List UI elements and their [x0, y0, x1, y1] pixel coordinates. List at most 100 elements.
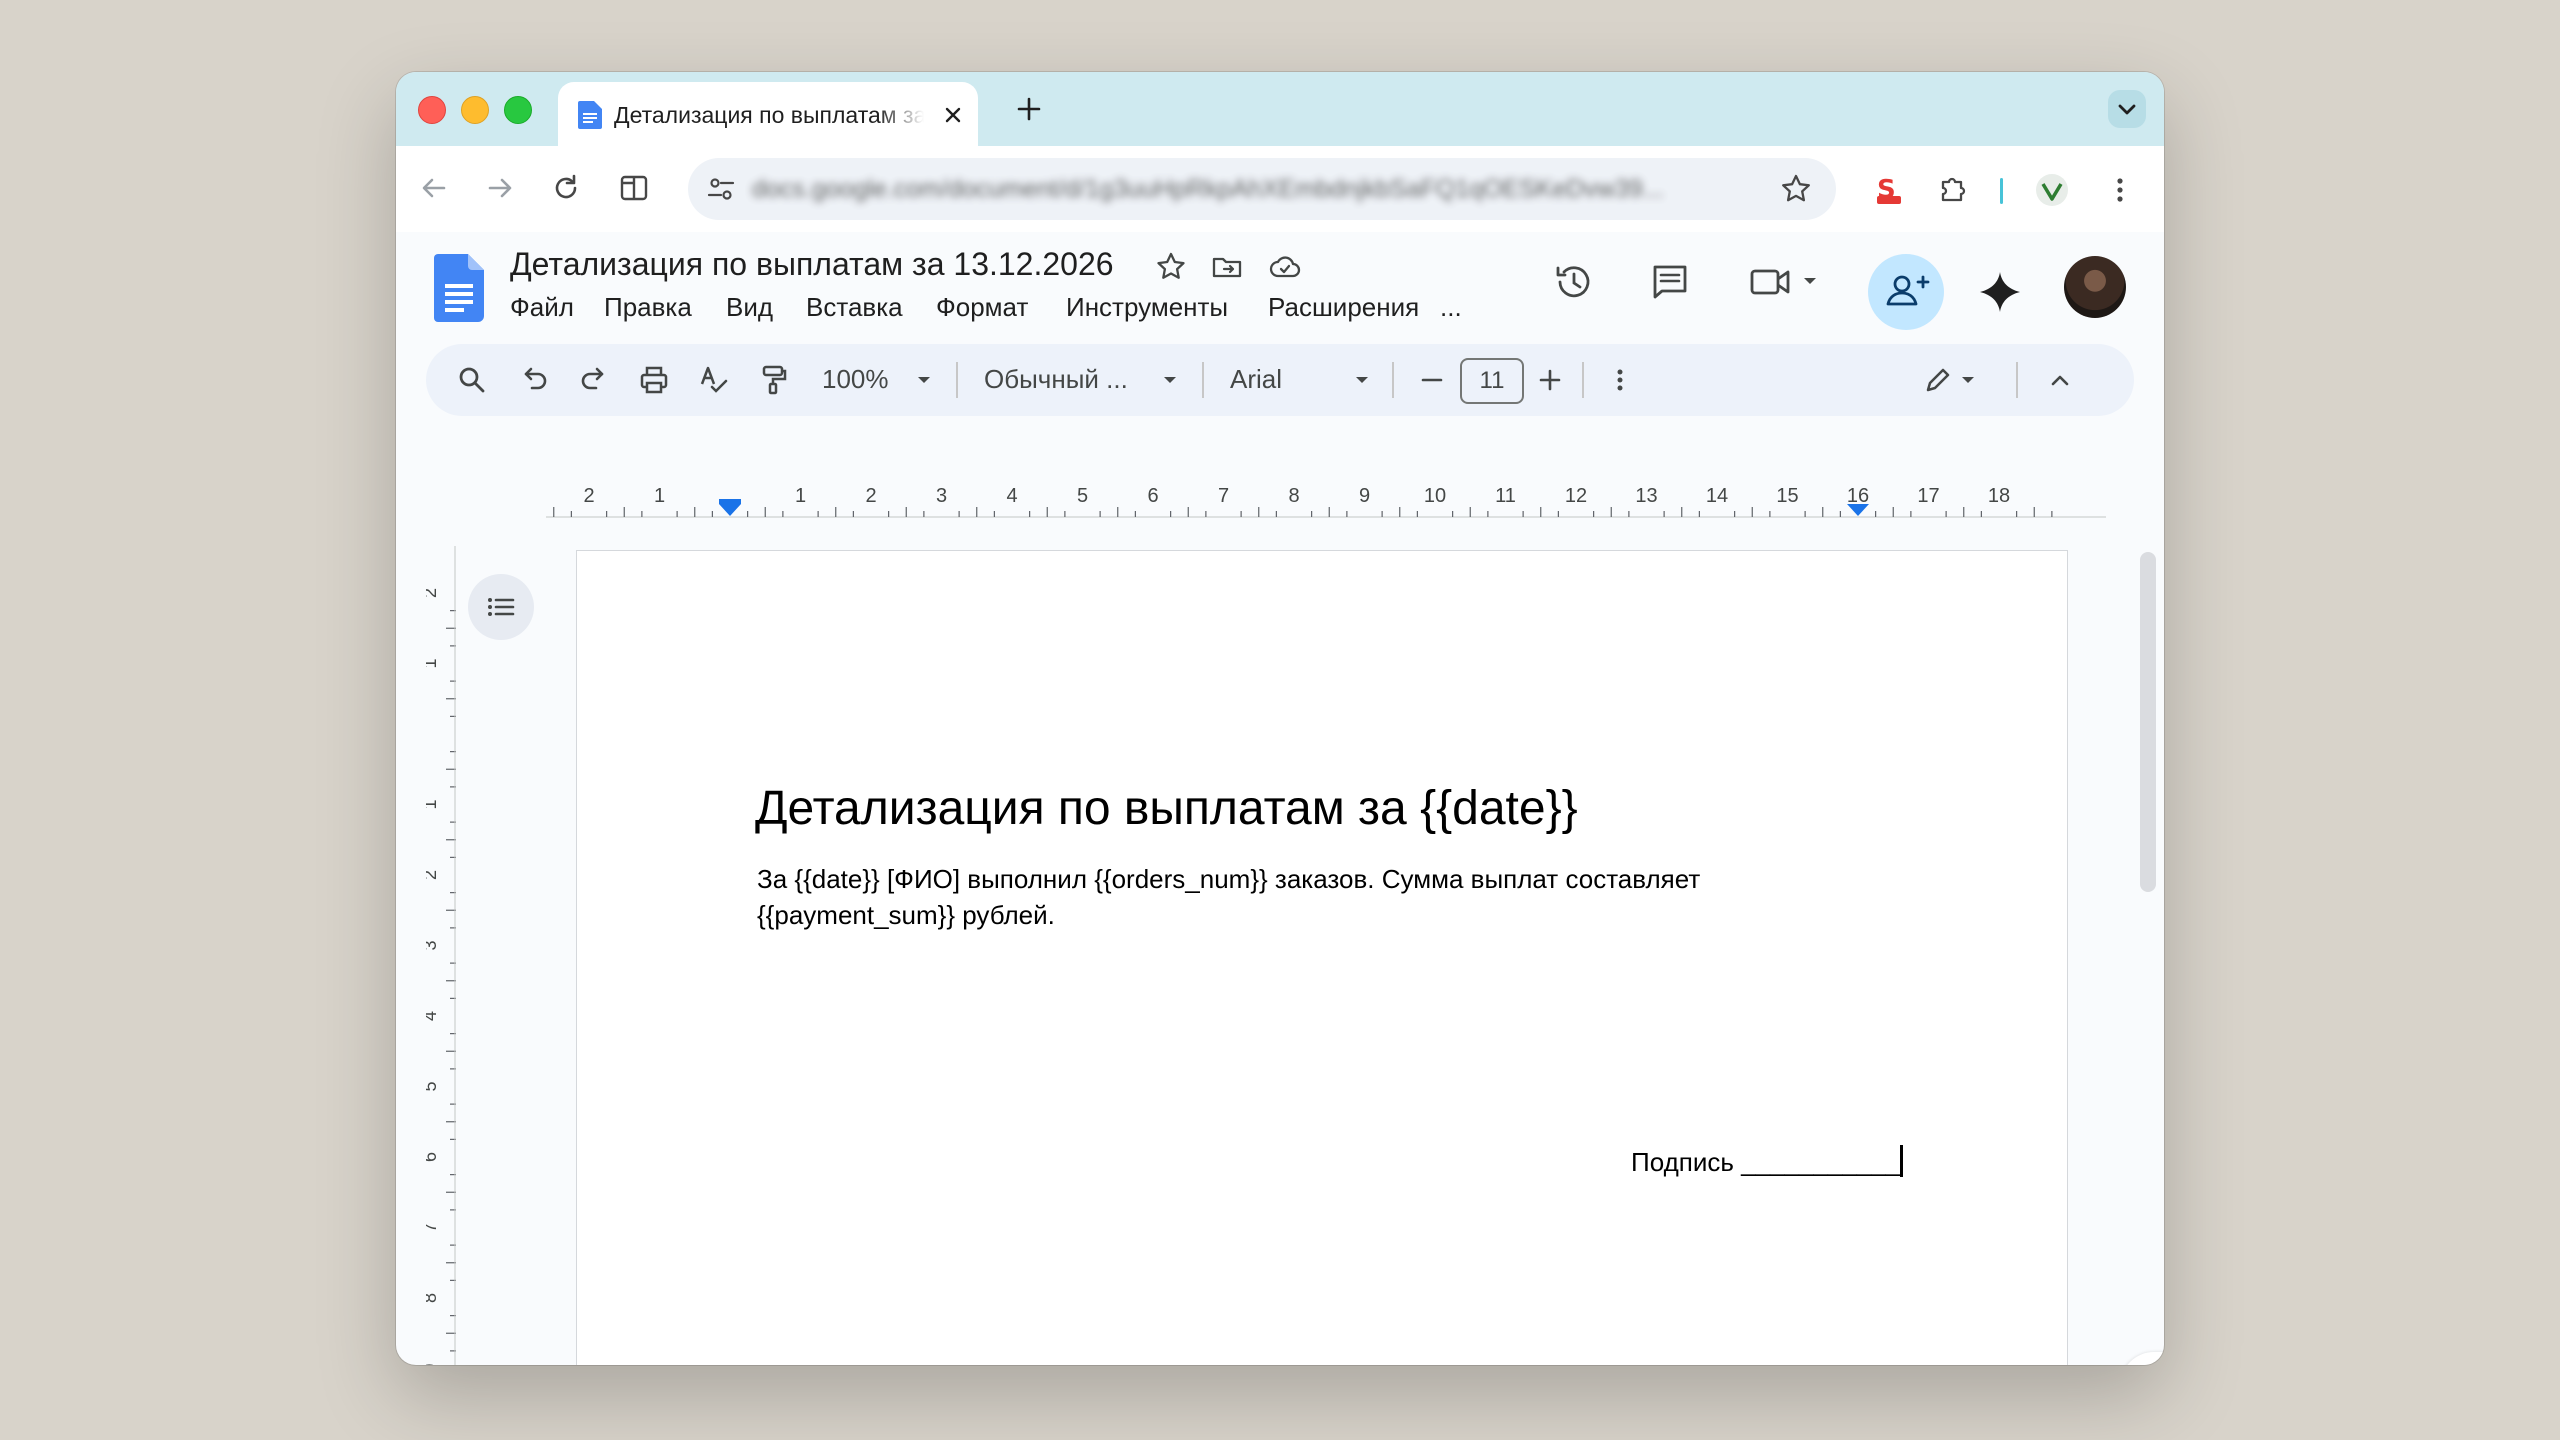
undo-icon[interactable] — [518, 364, 550, 396]
seo-extension-icon[interactable]: S — [1871, 172, 1907, 208]
ruler-label: 2 — [583, 485, 594, 507]
add-person-icon — [1886, 275, 1930, 306]
toolbar-separator — [1582, 362, 1584, 398]
right-indent-marker[interactable] — [1847, 504, 1869, 516]
profile-extension-icon[interactable] — [2034, 172, 2070, 208]
menu-format[interactable]: Формат — [936, 292, 1028, 323]
ruler-label: 8 — [1288, 485, 1299, 507]
menu-view[interactable]: Вид — [726, 292, 773, 323]
menu-edit[interactable]: Правка — [604, 292, 692, 323]
ruler-label: 4 — [426, 1011, 440, 1021]
tab-title: Детализация по выплатам за 13.12.2026 — [614, 102, 924, 128]
maximize-window-button[interactable] — [504, 96, 532, 124]
editing-mode-icon[interactable] — [1922, 364, 1982, 396]
ruler-label: 4 — [1006, 485, 1017, 507]
split-view-icon[interactable] — [618, 172, 650, 204]
gemini-sparkle-icon[interactable] — [1978, 270, 2022, 314]
ruler-label: 16 — [1847, 485, 1869, 507]
ruler-label: 6 — [426, 1152, 440, 1162]
close-tab-icon[interactable] — [942, 104, 964, 126]
style-dropdown-icon[interactable] — [1154, 364, 1186, 396]
ruler-label: 11 — [1495, 485, 1516, 507]
zoom-select[interactable]: 100% — [822, 364, 889, 395]
ruler-label: 18 — [1988, 485, 2010, 507]
document-heading[interactable]: Детализация по выплатам за {{date}} — [755, 781, 1578, 836]
toolbar-separator — [1392, 362, 1394, 398]
text-cursor — [1900, 1145, 1904, 1177]
minimize-window-button[interactable] — [461, 96, 489, 124]
signature-line[interactable]: Подпись ___________ — [1631, 1145, 1904, 1178]
toolbar-divider — [2000, 178, 2003, 204]
ruler-label: 2 — [865, 485, 876, 507]
more-vert-icon[interactable] — [2102, 172, 2138, 208]
back-arrow-icon[interactable] — [418, 172, 450, 204]
menu-insert[interactable]: Вставка — [806, 292, 903, 323]
menu-extensions[interactable]: Расширения — [1268, 292, 1419, 323]
document-outline-button[interactable] — [468, 574, 534, 640]
font-dropdown-icon[interactable] — [1346, 364, 1378, 396]
ruler-label: 17 — [1917, 485, 1939, 507]
extensions-puzzle-icon[interactable] — [1936, 172, 1972, 208]
document-page[interactable]: Детализация по выплатам за {{date}} За {… — [576, 550, 2068, 1365]
decrease-font-size-icon[interactable] — [1416, 364, 1448, 396]
new-tab-icon[interactable] — [1016, 96, 1042, 122]
first-line-indent-marker[interactable] — [719, 499, 741, 504]
ruler-label: 3 — [936, 485, 947, 507]
move-folder-icon[interactable] — [1210, 250, 1244, 284]
version-history-icon[interactable] — [1552, 260, 1596, 304]
tab-active[interactable]: Детализация по выплатам за 13.12.2026 — [558, 82, 978, 146]
ruler-label: 9 — [426, 1363, 440, 1365]
close-window-button[interactable] — [418, 96, 446, 124]
list-icon — [488, 598, 515, 616]
address-bar[interactable]: docs.google.com/document/d/1g3uuHpRkpAhX… — [688, 158, 1836, 220]
tab-search-button[interactable] — [2108, 90, 2146, 128]
tab-strip: Детализация по выплатам за 13.12.2026 — [396, 72, 2164, 146]
paragraph-style-select[interactable]: Обычный ... — [984, 364, 1128, 395]
font-size-input[interactable]: 11 — [1460, 358, 1524, 404]
ruler-label: 15 — [1776, 485, 1798, 507]
more-options-icon[interactable] — [1604, 364, 1636, 396]
star-icon[interactable] — [1154, 250, 1188, 284]
search-menus-icon[interactable] — [456, 364, 488, 396]
docs-logo-icon[interactable] — [434, 254, 484, 322]
reload-icon[interactable] — [550, 172, 582, 204]
chevron-up-icon[interactable] — [2044, 364, 2076, 396]
menu-more[interactable]: ... — [1440, 292, 1462, 323]
docs-header: Детализация по выплатам за 13.12.2026 Фа… — [396, 232, 2164, 422]
forward-arrow-icon[interactable] — [484, 172, 516, 204]
meet-video-icon[interactable] — [1748, 260, 1828, 304]
browser-window: Детализация по выплатам за 13.12.2026 — [396, 72, 2164, 1365]
vertical-scrollbar[interactable] — [2140, 552, 2156, 892]
spellcheck-icon[interactable] — [698, 364, 730, 396]
ruler-label: 6 — [1147, 485, 1158, 507]
redo-icon[interactable] — [578, 364, 610, 396]
left-indent-marker[interactable] — [719, 504, 741, 516]
comments-icon[interactable] — [1648, 260, 1692, 304]
menu-tools[interactable]: Инструменты — [1066, 292, 1228, 323]
font-select[interactable]: Arial — [1230, 364, 1282, 395]
horizontal-ruler: 2 1 1 2 3 4 5 6 7 8 9 10 11 12 13 14 15 16 17 18 — [546, 485, 2106, 518]
paint-format-icon[interactable] — [758, 364, 790, 396]
print-icon[interactable] — [638, 364, 670, 396]
cloud-saved-icon[interactable] — [1268, 250, 1302, 284]
ruler-label: 13 — [1635, 485, 1657, 507]
url-text: docs.google.com/document/d/1g3uuHpRkpAhX… — [752, 175, 1664, 203]
zoom-dropdown-icon[interactable] — [908, 364, 940, 396]
increase-font-size-icon[interactable] — [1534, 364, 1566, 396]
account-avatar[interactable] — [2064, 256, 2126, 318]
share-button[interactable] — [1868, 254, 1944, 330]
ruler-label: 1 — [426, 799, 440, 809]
chevron-left-icon — [2120, 1352, 2164, 1365]
ruler-label: 5 — [426, 1081, 440, 1091]
document-title[interactable]: Детализация по выплатам за 13.12.2026 — [510, 246, 1114, 283]
ruler-label: 12 — [1565, 485, 1587, 507]
ruler-label: 9 — [1359, 485, 1370, 507]
ruler-label: 2 — [426, 588, 440, 598]
site-settings-icon[interactable] — [706, 174, 736, 204]
menu-file[interactable]: Файл — [510, 292, 574, 323]
bookmark-star-icon[interactable] — [1780, 173, 1812, 205]
side-panel-toggle[interactable] — [2120, 1352, 2164, 1365]
ruler-label: 2 — [426, 870, 440, 880]
document-paragraph[interactable]: За {{date}} [ФИО] выполнил {{orders_num}… — [757, 861, 1787, 933]
ruler-label: 7 — [426, 1222, 440, 1232]
